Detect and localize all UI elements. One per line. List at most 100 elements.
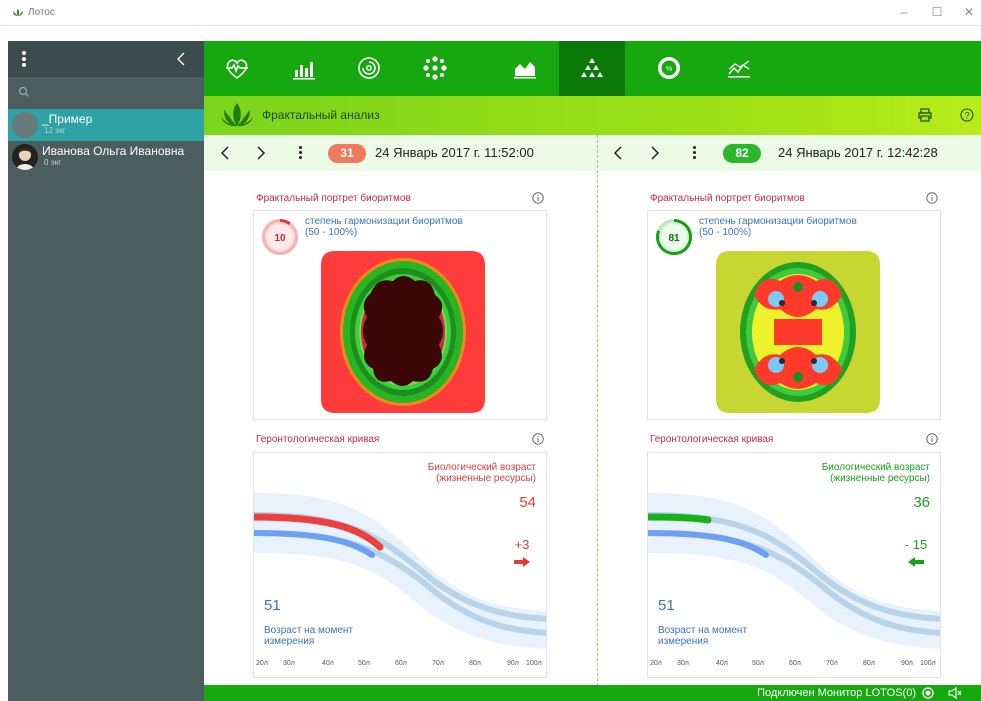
minimize-button[interactable]: – xyxy=(896,4,912,20)
statistics-tab[interactable] xyxy=(270,41,336,96)
maximize-button[interactable]: ☐ xyxy=(929,4,945,20)
axis-tick-label: 100л xyxy=(920,660,936,667)
axis-tick-label: 50л xyxy=(752,660,764,667)
harmony-value: 10 xyxy=(274,233,286,244)
bio-age-value: 54 xyxy=(519,494,536,511)
gerontology-curve-title: Геронтологическая кривая xyxy=(650,434,774,445)
molecule-tab[interactable] xyxy=(402,41,468,96)
fractal-analysis-tab[interactable] xyxy=(559,41,625,96)
measured-age-sublabel: измерения xyxy=(658,636,709,647)
app-window: Лотос – ☐ ✕ _Пример 12 экг Иванова Ольга… xyxy=(0,0,981,701)
area-chart-icon xyxy=(514,62,536,79)
bio-age-sublabel: (жизненные ресурсы) xyxy=(830,473,930,484)
info-icon[interactable] xyxy=(532,192,544,204)
fractal-portrait-card: 10 степень гармонизации биоритмов (50 - … xyxy=(253,210,547,420)
biological-age-curve xyxy=(648,513,712,524)
module-toolbar: % xyxy=(204,41,981,96)
axis-tick-label: 20л xyxy=(256,660,268,667)
lotus-logo-icon xyxy=(13,9,23,16)
fractal-portrait-title: Фрактальный портрет биоритмов xyxy=(256,193,411,204)
arrow-right-icon xyxy=(514,557,530,567)
axis-tick-label: 60л xyxy=(395,660,407,667)
area-chart-tab[interactable] xyxy=(492,41,558,96)
sidebar-header xyxy=(8,41,204,77)
measured-age-value: 51 xyxy=(264,597,281,614)
measured-age-label: Возраст на момент xyxy=(264,625,354,636)
trend-tab[interactable] xyxy=(706,41,772,96)
patient-search[interactable] xyxy=(8,77,204,107)
heart-rate-tab[interactable] xyxy=(204,41,270,96)
axis-tick-label: 40л xyxy=(716,660,728,667)
record-indicator-icon[interactable] xyxy=(922,687,934,699)
gerontology-curve-card: Биологический возраст (жизненные ресурсы… xyxy=(647,452,941,678)
patient-ecg-count: 0 экг xyxy=(44,158,62,167)
fractal-portrait-image xyxy=(321,251,485,413)
heart-rate-icon xyxy=(226,59,248,79)
age-axis: 20л 30л 40л 50л 60л 70л 80л 90л 100л xyxy=(256,660,546,672)
speaker-muted-icon[interactable] xyxy=(948,687,962,699)
info-icon[interactable] xyxy=(926,192,938,204)
percent-gauge-icon: % xyxy=(658,57,680,79)
avatar xyxy=(12,144,38,170)
info-icon[interactable] xyxy=(532,433,544,445)
chevron-left-icon[interactable] xyxy=(218,144,232,162)
record-header-right: 82 24 Январь 2017 г. 12:42:28 xyxy=(598,135,981,171)
search-icon[interactable] xyxy=(18,86,30,98)
patient-list-item[interactable]: Иванова Ольга Ивановна 0 экг xyxy=(8,141,204,173)
trend-line-icon xyxy=(728,60,750,78)
module-header: Фрактальный анализ ? xyxy=(204,96,981,135)
close-button[interactable]: ✕ xyxy=(961,4,977,20)
patient-ecg-count: 12 экг xyxy=(44,126,66,135)
axis-tick-label: 100л xyxy=(526,660,542,667)
axis-tick-label: 50л xyxy=(358,660,370,667)
avatar xyxy=(12,112,38,138)
vertical-dots-menu-icon[interactable] xyxy=(20,51,28,67)
molecule-icon xyxy=(423,56,447,80)
axis-tick-label: 40л xyxy=(322,660,334,667)
vertical-dots-menu-icon[interactable] xyxy=(691,146,697,160)
bio-age-label: Биологический возраст xyxy=(427,462,536,473)
status-bar: Подключен Монитор LOTOS(0) xyxy=(204,685,981,701)
fractal-portrait-image xyxy=(716,251,880,413)
record-header-left: 31 24 Январь 2017 г. 11:52:00 xyxy=(204,135,597,171)
measured-age-value: 51 xyxy=(658,597,675,614)
vertical-dots-menu-icon[interactable] xyxy=(297,146,303,160)
print-icon[interactable] xyxy=(918,108,932,122)
axis-tick-label: 90л xyxy=(901,660,913,667)
info-icon[interactable] xyxy=(926,433,938,445)
window-title: Лотос xyxy=(28,7,55,18)
chevron-right-icon[interactable] xyxy=(254,144,268,162)
chevron-left-icon[interactable] xyxy=(172,49,192,69)
patient-list-item[interactable]: _Пример 12 экг xyxy=(8,109,204,141)
gerontology-curve-card: Биологический возраст (жизненные ресурсы… xyxy=(253,452,547,678)
fractal-portrait-title: Фрактальный портрет биоритмов xyxy=(650,193,805,204)
bio-age-sublabel: (жизненные ресурсы) xyxy=(436,473,536,484)
age-delta: - 15 xyxy=(904,537,928,552)
spiral-icon xyxy=(358,57,380,79)
harmony-label: степень гармонизации биоритмов xyxy=(305,216,463,227)
bio-age-label: Биологический возраст xyxy=(821,462,930,473)
axis-tick-label: 30л xyxy=(283,660,295,667)
fractal-portrait-card: 81 степень гармонизации биоритмов (50 - … xyxy=(647,210,941,420)
axis-tick-label: 80л xyxy=(469,660,481,667)
svg-text:%: % xyxy=(666,66,672,73)
percent-tab[interactable]: % xyxy=(636,41,702,96)
bio-age-value: 36 xyxy=(913,494,930,511)
axis-tick-label: 60л xyxy=(789,660,801,667)
record-number-badge: 31 xyxy=(328,144,366,163)
arrow-left-icon xyxy=(908,557,924,567)
help-icon[interactable]: ? xyxy=(960,108,974,122)
harmony-range: (50 - 100%) xyxy=(699,227,752,238)
bar-chart-icon xyxy=(293,62,315,80)
gerontology-curve-title: Геронтологическая кривая xyxy=(256,434,380,445)
spiral-tab[interactable] xyxy=(336,41,402,96)
module-title: Фрактальный анализ xyxy=(262,108,380,122)
axis-tick-label: 80л xyxy=(863,660,875,667)
chevron-left-icon[interactable] xyxy=(611,144,625,162)
svg-text:?: ? xyxy=(964,111,969,121)
axis-tick-label: 70л xyxy=(826,660,838,667)
patient-sidebar: _Пример 12 экг Иванова Ольга Ивановна 0 … xyxy=(8,41,204,701)
chevron-right-icon[interactable] xyxy=(648,144,662,162)
record-datetime: 24 Январь 2017 г. 11:52:00 xyxy=(375,145,534,160)
axis-tick-label: 70л xyxy=(432,660,444,667)
